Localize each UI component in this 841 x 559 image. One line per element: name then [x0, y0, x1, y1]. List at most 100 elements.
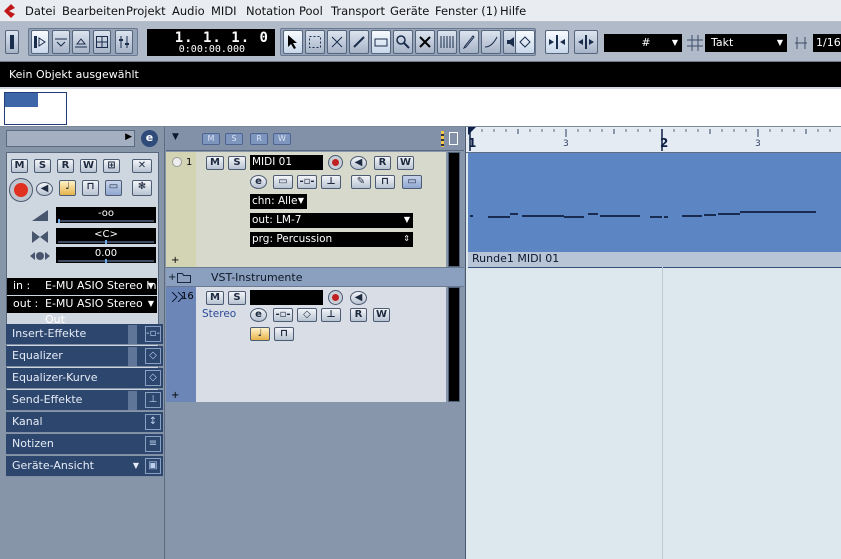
track-mute-button[interactable]: M — [206, 291, 224, 305]
tool-erase[interactable] — [371, 30, 391, 54]
settings-gear-icon[interactable]: ❃ — [132, 180, 152, 196]
tool-split[interactable] — [327, 30, 347, 54]
menu-datei[interactable]: Datei — [25, 4, 56, 18]
inspector-toggle-button[interactable] — [31, 30, 49, 54]
input-routing[interactable]: in : E-MU ASIO Stereo In ▼ — [7, 278, 157, 295]
timebase-note-icon[interactable]: ♩ — [59, 180, 76, 196]
eq-bypass-icon[interactable]: ◇ — [297, 308, 317, 322]
track-monitor-icon[interactable]: ◀ — [350, 291, 367, 305]
project-overview[interactable] — [0, 89, 841, 127]
midi-insert-bypass-icon[interactable]: -▫- — [297, 175, 317, 189]
sends-bypass-icon[interactable]: ⊥ — [321, 308, 341, 322]
timebase-note-icon[interactable]: ♩ — [250, 327, 270, 341]
output-routing[interactable]: out : E-MU ASIO Stereo Out ▼ — [7, 296, 157, 326]
expand-plus-icon[interactable]: + — [171, 255, 179, 266]
expand-plus-icon[interactable]: + — [168, 272, 176, 283]
overview-toggle-button[interactable] — [72, 30, 90, 54]
track-write-button[interactable]: W — [373, 308, 390, 322]
global-write-button[interactable]: W — [273, 133, 291, 145]
track-name-field[interactable]: MIDI 01 — [250, 155, 323, 170]
track-record-button[interactable] — [328, 290, 343, 305]
section-insert-effects[interactable]: Insert-Effekte -▫- — [6, 324, 163, 345]
menu-pool[interactable]: Pool — [299, 4, 323, 18]
midi-part[interactable] — [468, 153, 841, 268]
arrange-window[interactable]: 1 3 2 3 Runde1 MIDI 01 — [465, 127, 841, 559]
section-notes[interactable]: Notizen ≡ — [6, 434, 163, 455]
menu-transport[interactable]: Transport — [331, 4, 385, 18]
track-read-button[interactable]: R — [374, 156, 391, 170]
timeline-ruler[interactable]: 1 3 2 3 — [466, 127, 841, 153]
record-enable-button[interactable] — [9, 178, 33, 202]
midi-inserts-icon[interactable]: ▭ — [273, 175, 293, 189]
edit-channel-icon[interactable]: e — [141, 130, 158, 147]
track-monitor-icon[interactable]: ◀ — [350, 156, 367, 170]
menu-fenster[interactable]: Fenster (1) — [435, 4, 498, 18]
monitor-icon[interactable]: ◀ — [36, 182, 53, 196]
track-write-button[interactable]: W — [397, 156, 414, 170]
menu-notation[interactable]: Notation — [246, 4, 295, 18]
section-eq-curve[interactable]: Equalizer-Kurve ◇ — [6, 368, 163, 389]
track-read-button[interactable]: R — [350, 308, 367, 322]
tool-line[interactable] — [481, 30, 501, 54]
quantize-select[interactable]: 1/16 — [813, 34, 841, 52]
lane-icon[interactable]: ▭ — [402, 175, 422, 189]
insert-bypass-icon[interactable]: -▫- — [273, 308, 293, 322]
track-name-field[interactable] — [250, 290, 323, 305]
write-button[interactable]: W — [80, 159, 97, 173]
section-equalizer[interactable]: Equalizer ◇ — [6, 346, 163, 367]
pool-button[interactable] — [93, 30, 111, 54]
folder-track-vst-instruments[interactable]: + VST-Instrumente — [166, 267, 464, 287]
global-solo-button[interactable]: S — [225, 133, 243, 145]
edit-channel-icon[interactable]: e — [250, 175, 267, 189]
delay-field[interactable]: 0.00 — [56, 247, 156, 263]
lock-icon[interactable]: ⊓ — [274, 327, 294, 341]
read-button[interactable]: R — [57, 159, 74, 173]
section-device-view[interactable]: Geräte-Ansicht ▼ ▣ — [6, 456, 163, 477]
grid-type-select[interactable]: Takt ▼ — [705, 34, 787, 52]
solo-button[interactable]: S — [34, 159, 51, 173]
lock-icon[interactable]: ⊓ — [375, 175, 395, 189]
pan-field[interactable]: <C> — [56, 228, 156, 244]
track-solo-button[interactable]: S — [228, 156, 246, 170]
tool-glue[interactable] — [349, 30, 369, 54]
menu-geraete[interactable]: Geräte — [390, 4, 429, 18]
menu-audio[interactable]: Audio — [172, 4, 205, 18]
program-select[interactable]: prg: Percussion ⇕ — [250, 232, 413, 247]
snap-mode-select[interactable]: # ▼ — [604, 34, 682, 52]
chevron-down-icon[interactable]: ▼ — [172, 132, 179, 142]
menu-hilfe[interactable]: Hilfe — [500, 4, 526, 18]
freeze-icon[interactable]: ✕ — [132, 159, 152, 173]
empty-track-area[interactable] — [166, 402, 464, 559]
menu-midi[interactable]: MIDI — [211, 4, 237, 18]
expand-plus-icon[interactable]: + — [171, 390, 179, 401]
track-controls-icon[interactable] — [449, 132, 458, 145]
lock-icon[interactable]: ⊓ — [82, 180, 99, 196]
track-midi-01[interactable]: 1 + M S MIDI 01 ◀ R W e ▭ -▫- ⊥ ✎ ⊓ ▭ ch… — [166, 152, 446, 267]
tool-zoom[interactable] — [393, 30, 413, 54]
tool-arrow[interactable] — [283, 30, 303, 54]
track-solo-button[interactable]: S — [228, 291, 246, 305]
section-send-effects[interactable]: Send-Effekte ⊥ — [6, 390, 163, 411]
global-read-button[interactable]: R — [250, 133, 268, 145]
inspector-track-name[interactable]: ▶ — [6, 130, 135, 147]
menu-projekt[interactable]: Projekt — [126, 4, 166, 18]
track-vst-instrument[interactable]: 16 + Stereo M S ◀ e -▫- ◇ ⊥ R W ♩ ⊓ — [166, 287, 446, 402]
mixer-button[interactable] — [115, 30, 133, 54]
track-record-button[interactable] — [328, 155, 343, 170]
autoscroll-button[interactable] — [545, 30, 569, 54]
tool-timewarp[interactable] — [437, 30, 457, 54]
midi-sends-icon[interactable]: ⊥ — [321, 175, 341, 189]
section-channel[interactable]: Kanal ↕ — [6, 412, 163, 433]
edit-pencil-icon[interactable]: ✎ — [351, 175, 371, 189]
bypass-icon[interactable]: ⊞ — [103, 159, 120, 173]
global-mute-button[interactable]: M — [202, 133, 220, 145]
track-mute-button[interactable]: M — [206, 156, 224, 170]
menu-bearbeiten[interactable]: Bearbeiten — [62, 4, 125, 18]
tool-color[interactable] — [515, 30, 535, 54]
channel-select[interactable]: chn: Alle ▼ — [250, 194, 307, 209]
lane-icon[interactable]: ▭ — [105, 180, 122, 196]
transport-display[interactable]: 1. 1. 1. 0 0:00:00.000 — [147, 29, 275, 56]
tool-mute[interactable] — [415, 30, 435, 54]
volume-field[interactable]: -oo — [56, 207, 156, 223]
infoline-toggle-button[interactable] — [52, 30, 70, 54]
